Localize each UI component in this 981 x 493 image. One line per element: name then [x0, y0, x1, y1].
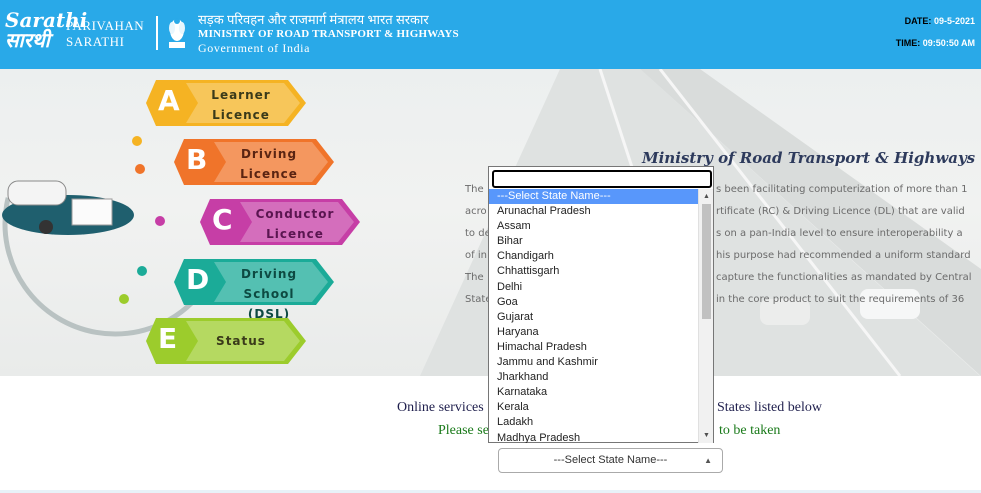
page: Sarathi सारथी PARIVAHAN SARATHI सड़क परि… [0, 0, 981, 493]
state-option[interactable]: ---Select State Name--- [489, 189, 698, 205]
intro-text-right: States listed below [717, 400, 822, 415]
menu-letter: E [158, 322, 178, 355]
menu-label: Driving Licence [224, 144, 314, 184]
national-emblem-icon [169, 18, 185, 48]
instruction-text-left: Please se [438, 423, 489, 438]
menu-letter: B [186, 143, 208, 176]
banner-text-left: to de [465, 228, 491, 239]
state-option[interactable]: Jammu and Kashmir [489, 355, 698, 370]
state-option[interactable]: Bihar [489, 234, 698, 249]
state-option[interactable]: Assam [489, 219, 698, 234]
menu-label-line2: Licence [266, 227, 324, 241]
state-select-value: ---Select State Name--- [553, 454, 668, 466]
header-bar: Sarathi सारथी PARIVAHAN SARATHI सड़क परि… [0, 0, 981, 69]
menu-label: Status [196, 331, 286, 351]
menu-letter: C [212, 203, 233, 236]
state-option[interactable]: Kerala [489, 400, 698, 415]
menu-label-line1: Driving [240, 147, 298, 161]
state-option[interactable]: Karnataka [489, 385, 698, 400]
menu-label-line1: Conductor [255, 207, 335, 221]
menu-item-driving-school-dsl-[interactable]: D Driving School (DSL) [174, 259, 334, 321]
brand-line2: SARATHI [66, 34, 125, 49]
brand-name: PARIVAHAN SARATHI [66, 18, 144, 50]
banner-text-right: rtificate (RC) & Driving Licence (DL) th… [716, 206, 965, 217]
date-label: DATE: [904, 16, 932, 26]
ministry-english: MINISTRY OF ROAD TRANSPORT & HIGHWAYS [198, 28, 459, 40]
government-of-india: Government of India [198, 41, 311, 55]
state-option[interactable]: Madhya Pradesh [489, 431, 698, 444]
banner-title: Ministry of Road Transport & Highways [642, 149, 976, 167]
scroll-down-icon[interactable]: ▼ [699, 428, 714, 443]
banner-text-right: his purpose had recommended a uniform st… [716, 250, 971, 261]
dropdown-scrollbar[interactable]: ▲ ▼ [698, 189, 713, 443]
menu-label: Driving School (DSL) [224, 264, 314, 324]
time-display: TIME: 09:50:50 AM [896, 38, 975, 48]
state-dropdown: ---Select State Name--- Arunachal Pradesh… [488, 166, 714, 443]
menu-label-line1: Status [216, 334, 266, 348]
banner-text-right: s on a pan-India level to ensure interop… [716, 228, 963, 239]
state-option[interactable]: Delhi [489, 280, 698, 295]
state-option[interactable]: Chandigarh [489, 249, 698, 264]
banner-text-left: acro [465, 206, 487, 217]
state-option[interactable]: Haryana [489, 325, 698, 340]
menu-label-line2: Licence [240, 167, 298, 181]
banner-text-right: capture the functionalities as mandated … [716, 272, 972, 283]
date-value: 09-5-2021 [933, 16, 975, 26]
menu-letter: A [158, 84, 180, 117]
menu-item-conductor-licence[interactable]: C Conductor Licence [200, 199, 360, 245]
brand-line1: PARIVAHAN [66, 18, 145, 33]
date-display: DATE: 09-5-2021 [905, 16, 975, 26]
scrollbar-thumb[interactable] [702, 204, 711, 319]
menu-letter: D [186, 263, 210, 296]
banner-text-left: The [465, 272, 484, 283]
time-value: 09:50:50 AM [922, 38, 975, 48]
banner-text-right: in the core product to suit the requirem… [716, 294, 965, 305]
ministry-hindi: सड़क परिवहन और राजमार्ग मंत्रालय भारत सर… [198, 12, 429, 27]
state-option[interactable]: Jharkhand [489, 370, 698, 385]
menu-label-line2: Licence [212, 108, 270, 122]
state-select[interactable]: ---Select State Name--- ▲ [498, 448, 723, 473]
intro-text-left: Online services [397, 400, 484, 415]
state-option[interactable]: Goa [489, 295, 698, 310]
banner-text-left: The [465, 184, 484, 195]
time-label: TIME: [895, 38, 921, 48]
header-divider [156, 16, 158, 50]
menu-label-line1: Driving [240, 267, 298, 281]
menu-item-learner-licence[interactable]: A Learner Licence [146, 80, 306, 126]
ministry-title: सड़क परिवहन और राजमार्ग मंत्रालय भारत सर… [198, 12, 459, 55]
state-option[interactable]: Himachal Pradesh [489, 340, 698, 355]
instruction-text-right: to be taken [719, 423, 781, 438]
menu-label: Learner Licence [196, 85, 286, 125]
state-search-input[interactable] [492, 170, 712, 188]
menu-item-driving-licence[interactable]: B Driving Licence [174, 139, 334, 185]
state-option[interactable]: Arunachal Pradesh [489, 204, 698, 219]
state-option[interactable]: Gujarat [489, 310, 698, 325]
banner-text-right: s been facilitating computerization of m… [716, 184, 968, 195]
state-option[interactable]: Chhattisgarh [489, 264, 698, 279]
caret-up-icon: ▲ [704, 456, 712, 465]
state-option[interactable]: Ladakh [489, 415, 698, 430]
menu-label: Conductor Licence [250, 204, 340, 244]
state-option-list: ---Select State Name--- Arunachal Pradesh… [489, 189, 698, 443]
menu-item-status[interactable]: E Status [146, 318, 306, 364]
scroll-up-icon[interactable]: ▲ [699, 189, 714, 204]
banner-text-left: of in [465, 250, 487, 261]
menu-label-line1: Learner [211, 88, 271, 102]
